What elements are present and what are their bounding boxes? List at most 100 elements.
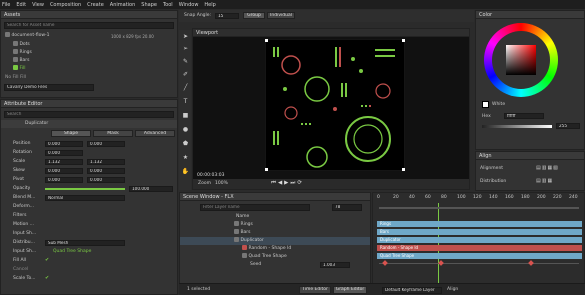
asset-item-fill[interactable]: Fill bbox=[1, 65, 177, 73]
work-area-bar[interactable] bbox=[379, 207, 579, 209]
scene-layer-random[interactable]: Random - Shape Id bbox=[180, 245, 370, 253]
skew-y-field[interactable]: 0.000 bbox=[87, 168, 125, 174]
star-tool-icon[interactable]: ★ bbox=[181, 153, 190, 162]
viewport-title: Viewport bbox=[193, 29, 469, 37]
line-tool-icon[interactable]: ╱ bbox=[181, 83, 190, 92]
timeline-bar-rings[interactable]: Rings bbox=[377, 221, 582, 227]
individual-button[interactable]: Individual bbox=[267, 12, 295, 19]
menu-edit[interactable]: Edit bbox=[16, 2, 26, 8]
scene-layer-bars[interactable]: Bars bbox=[180, 229, 370, 237]
pivot-y-field[interactable]: 0.000 bbox=[87, 177, 125, 183]
tool-strip bbox=[179, 30, 191, 190]
polygon-tool-icon[interactable]: ⬟ bbox=[181, 139, 190, 148]
timeline-bar-bars[interactable]: Bars bbox=[377, 229, 582, 235]
align-panel: Align Alignment ▤▥▦▧ Distribution ▤▥▦ bbox=[475, 151, 585, 191]
playhead[interactable] bbox=[438, 203, 439, 285]
hex-input[interactable]: ffffff bbox=[504, 113, 544, 119]
color-name: White bbox=[492, 102, 506, 107]
attr-label: Fill All bbox=[13, 258, 27, 263]
select-tool-icon[interactable]: ➤ bbox=[181, 32, 190, 41]
assets-title: Assets bbox=[1, 11, 177, 19]
tab-advanced[interactable]: Advanced bbox=[135, 130, 175, 137]
ruler-tick: 220 bbox=[553, 195, 562, 200]
timeline-ruler[interactable]: 0 20 40 60 80 100 120 140 160 180 200 22… bbox=[377, 195, 583, 205]
alpha-field[interactable]: 255 bbox=[556, 123, 580, 129]
frame-field[interactable]: 78 bbox=[332, 204, 362, 211]
scale-y-field[interactable]: 1.132 bbox=[87, 159, 125, 165]
playback-controls[interactable]: ⏮◀▶⏭⟳ bbox=[271, 180, 304, 187]
random-icon bbox=[242, 245, 247, 250]
assets-search-input[interactable]: Search for Asset name bbox=[4, 22, 174, 29]
menu-animation[interactable]: Animation bbox=[110, 2, 136, 8]
timeline-bar-random[interactable]: Random - Shape Id bbox=[377, 245, 582, 251]
color-swatch[interactable] bbox=[482, 101, 489, 108]
menu-tool[interactable]: Tool bbox=[163, 2, 173, 8]
opacity-slider[interactable] bbox=[45, 188, 125, 190]
color-wheel[interactable] bbox=[484, 23, 558, 97]
saturation-value-square[interactable] bbox=[506, 45, 536, 75]
timeline-bar-quadtree[interactable]: Quad Tree Shape bbox=[377, 253, 582, 259]
keyframe-icon[interactable] bbox=[382, 260, 388, 266]
hand-tool-icon[interactable]: ✋ bbox=[181, 167, 190, 176]
tab-shape[interactable]: Shape bbox=[51, 130, 91, 137]
alpha-slider[interactable] bbox=[482, 125, 552, 128]
viewport-canvas[interactable] bbox=[265, 39, 405, 171]
tab-mask[interactable]: Mask bbox=[93, 130, 133, 137]
menu-composition[interactable]: Composition bbox=[50, 2, 81, 8]
snap-angle-field[interactable]: 15 bbox=[215, 13, 239, 19]
direct-select-tool-icon[interactable]: ➢ bbox=[181, 44, 190, 53]
name-column-header: Name bbox=[236, 214, 250, 219]
keyframe-icon[interactable] bbox=[528, 260, 534, 266]
graph-editor-button[interactable]: Graph Editor bbox=[333, 286, 367, 294]
ruler-tick: 100 bbox=[457, 195, 466, 200]
blend-mode-dropdown[interactable]: Normal bbox=[45, 195, 125, 201]
skew-x-field[interactable]: 0.000 bbox=[45, 168, 83, 174]
menu-window[interactable]: Window bbox=[179, 2, 199, 8]
distribution-dropdown[interactable]: Sub Mesh bbox=[45, 240, 125, 246]
seed-field[interactable]: 1.003 bbox=[320, 262, 350, 268]
group-button[interactable]: Group bbox=[243, 12, 265, 19]
align-tab[interactable]: Align bbox=[447, 287, 458, 292]
seed-keyframes[interactable] bbox=[379, 260, 579, 267]
demo-files-dropdown[interactable]: Cavalry Demo Files bbox=[4, 84, 94, 91]
menu-view[interactable]: View bbox=[32, 2, 44, 8]
pencil-tool-icon[interactable]: ✐ bbox=[181, 70, 190, 79]
time-editor-button[interactable]: Time Editor bbox=[299, 286, 331, 294]
asset-item-dots[interactable]: Dots bbox=[1, 41, 177, 49]
scene-layer-rings[interactable]: Rings bbox=[180, 221, 370, 229]
pen-tool-icon[interactable]: ✎ bbox=[181, 57, 190, 66]
composition-icon bbox=[5, 32, 10, 37]
opacity-field[interactable]: 100.000 bbox=[129, 186, 173, 192]
asset-item-rings[interactable]: Rings bbox=[1, 49, 177, 57]
ellipse-tool-icon[interactable]: ● bbox=[181, 125, 190, 134]
rotation-field[interactable]: 0.000 bbox=[45, 150, 83, 156]
doc-size: 1000 x 829 bbox=[111, 34, 134, 39]
keyframe-layer-dropdown[interactable]: Default Keyframe Layer bbox=[382, 287, 442, 294]
scene-layer-quadtree[interactable]: Quad Tree Shape bbox=[180, 253, 370, 261]
menu-file[interactable]: File bbox=[2, 2, 10, 8]
attr-label: Position bbox=[13, 141, 31, 146]
pivot-x-field[interactable]: 0.000 bbox=[45, 177, 83, 183]
alignment-buttons[interactable]: ▤▥▦▧ bbox=[536, 165, 559, 171]
alignment-label: Alignment bbox=[480, 166, 504, 171]
scale-to-checkbox[interactable]: ✔ bbox=[45, 275, 49, 281]
layer-filter-input[interactable]: Filter Layer name bbox=[200, 204, 310, 211]
input-shape-link[interactable]: Quad Tree Shape bbox=[53, 249, 91, 254]
distribution-buttons[interactable]: ▤▥▦ bbox=[536, 178, 553, 184]
menu-help[interactable]: Help bbox=[204, 2, 215, 8]
menu-create[interactable]: Create bbox=[87, 2, 104, 8]
zoom-value[interactable]: 100% bbox=[215, 181, 228, 186]
asset-item-bars[interactable]: Bars bbox=[1, 57, 177, 65]
rectangle-tool-icon[interactable]: ■ bbox=[181, 111, 190, 120]
scale-x-field[interactable]: 1.132 bbox=[45, 159, 83, 165]
timeline-bar-duplicator[interactable]: Duplicator bbox=[377, 237, 582, 243]
menu-shape[interactable]: Shape bbox=[141, 2, 157, 8]
text-tool-icon[interactable]: T bbox=[181, 97, 190, 106]
keyframe-icon[interactable] bbox=[438, 260, 444, 266]
position-y-field[interactable]: 0.000 bbox=[87, 141, 125, 147]
scene-window-panel: Scene Window - FLX Filter Layer name 78 … bbox=[179, 192, 371, 286]
fill-all-checkbox[interactable]: ✔ bbox=[45, 257, 49, 263]
attribute-search-input[interactable]: Search bbox=[4, 111, 174, 118]
scene-layer-duplicator[interactable]: Duplicator bbox=[180, 237, 370, 245]
position-x-field[interactable]: 0.000 bbox=[45, 141, 83, 147]
